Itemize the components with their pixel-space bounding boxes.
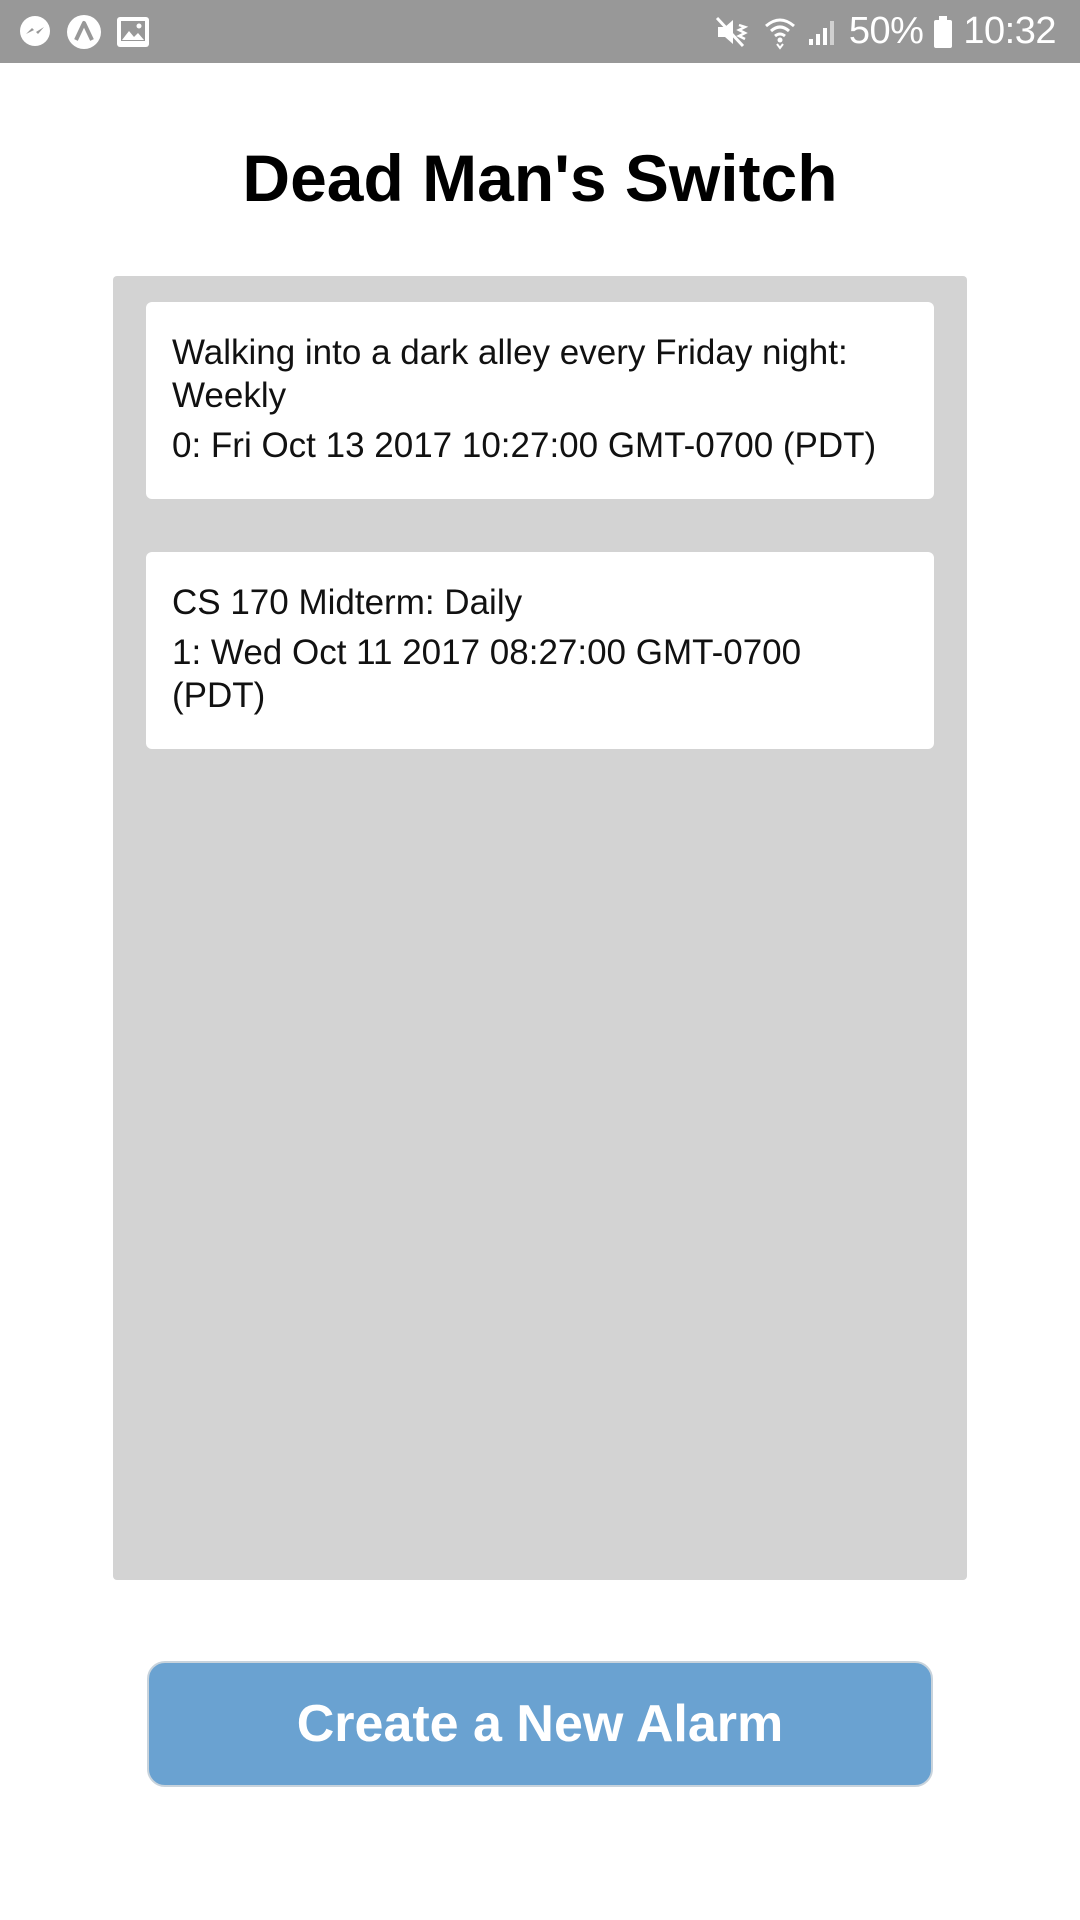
alarm-time: 1: Wed Oct 11 2017 08:27:00 GMT-0700 [172, 633, 802, 672]
wifi-icon [764, 18, 795, 50]
status-bar: 50% 10:32 [0, 0, 1080, 63]
signal-icon [808, 20, 834, 45]
mute-vibrate-icon [715, 16, 749, 47]
alarm-time-continued: (PDT) [172, 676, 266, 715]
create-alarm-button[interactable]: Create a New Alarm [147, 1661, 933, 1787]
battery-icon [934, 15, 953, 48]
messenger-icon [20, 16, 50, 46]
page-title: Dead Man's Switch [242, 141, 838, 215]
alarm-time: 0: Fri Oct 13 2017 10:27:00 GMT-0700 (PD… [172, 426, 877, 465]
app-icon [67, 15, 101, 49]
image-icon [117, 17, 149, 47]
alarm-frequency: Weekly [172, 376, 287, 415]
notification-icons [18, 14, 150, 50]
battery-percent: 50% [848, 10, 924, 52]
alarm-name: Walking into a dark alley every Friday n… [172, 333, 848, 372]
system-status: 50% 10:32 [715, 0, 1056, 63]
alarm-name: CS 170 Midterm: Daily [172, 583, 523, 622]
alarm-item[interactable]: CS 170 Midterm: Daily 1: Wed Oct 11 2017… [146, 552, 934, 749]
alarm-list[interactable]: Walking into a dark alley every Friday n… [113, 276, 967, 1580]
clock: 10:32 [963, 10, 1056, 52]
alarm-item[interactable]: Walking into a dark alley every Friday n… [146, 302, 934, 499]
